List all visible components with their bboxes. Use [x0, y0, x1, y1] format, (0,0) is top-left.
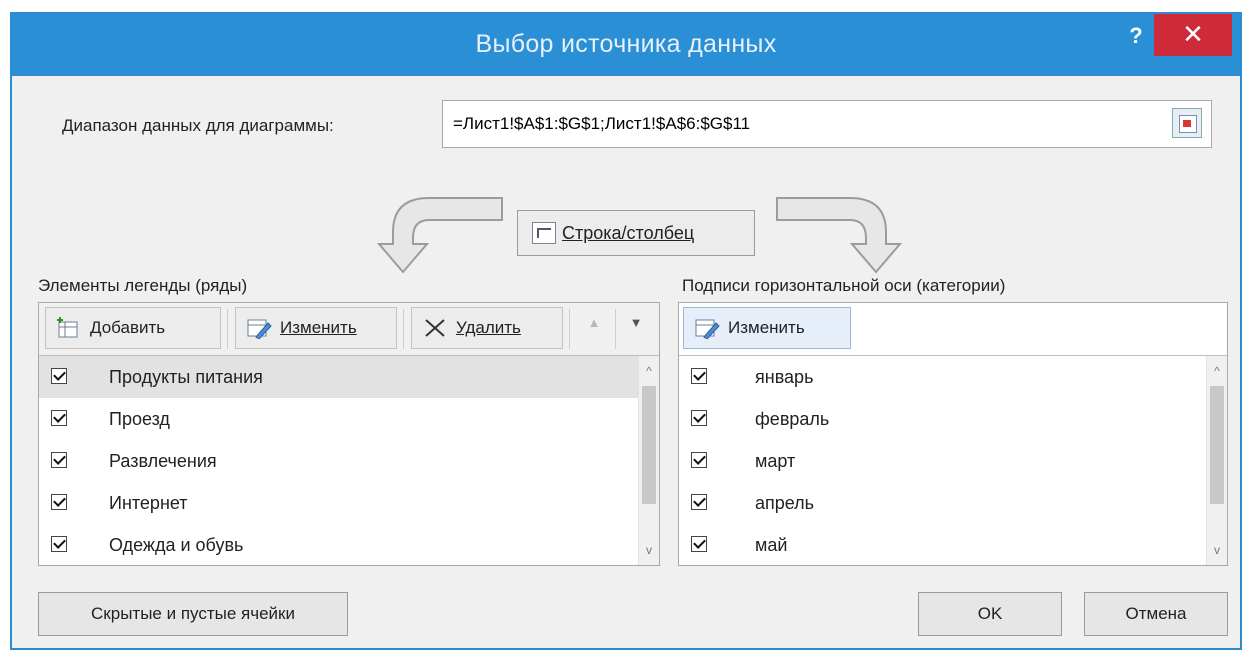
scroll-up-icon[interactable]: ^: [639, 360, 659, 382]
legend-toolbar: Добавить Изменить Удалить ▲ ▼: [39, 303, 659, 356]
checkbox[interactable]: [51, 368, 67, 384]
list-item-label: Интернет: [109, 492, 188, 513]
move-up-icon[interactable]: ▲: [579, 315, 609, 330]
axis-toolbar: Изменить: [679, 303, 1227, 356]
checkbox[interactable]: [691, 536, 707, 552]
list-item[interactable]: февраль: [679, 398, 1207, 440]
list-item[interactable]: март: [679, 440, 1207, 482]
checkbox[interactable]: [691, 410, 707, 426]
scrollbar-thumb[interactable]: [642, 386, 656, 504]
checkbox[interactable]: [691, 368, 707, 384]
list-item[interactable]: январь: [679, 356, 1207, 398]
legend-scrollbar[interactable]: ^ v: [638, 356, 659, 565]
list-item[interactable]: Развлечения: [39, 440, 639, 482]
edit-series-label: Изменить: [280, 318, 357, 337]
add-series-label: Добавить: [90, 318, 166, 337]
ok-button[interactable]: OK: [918, 592, 1062, 636]
scroll-down-icon[interactable]: v: [639, 539, 659, 561]
delete-x-icon: [422, 317, 448, 339]
list-item[interactable]: Интернет: [39, 482, 639, 524]
toolbar-separator: [403, 309, 404, 349]
list-item-label: Проезд: [109, 408, 170, 429]
select-data-source-dialog: Выбор источника данных ? ✕ Диапазон данн…: [10, 12, 1242, 650]
edit-axis-labels-icon: [694, 317, 720, 340]
list-item[interactable]: апрель: [679, 482, 1207, 524]
toolbar-separator: [615, 309, 616, 349]
toolbar-separator: [227, 309, 228, 349]
hidden-empty-cells-button[interactable]: Скрытые и пустые ячейки: [38, 592, 348, 636]
data-range-label: Диапазон данных для диаграммы:: [62, 116, 334, 135]
list-item-label: апрель: [755, 492, 815, 513]
edit-axis-labels-label: Изменить: [728, 318, 805, 337]
switch-row-column-label: Строка/столбец: [562, 222, 695, 243]
checkbox[interactable]: [691, 452, 707, 468]
checkbox[interactable]: [51, 452, 67, 468]
list-item-label: январь: [755, 366, 814, 387]
dialog-title: Выбор источника данных: [475, 30, 777, 58]
list-item-label: февраль: [755, 408, 830, 429]
data-range-input[interactable]: [442, 100, 1212, 148]
list-item-label: март: [755, 450, 796, 471]
cancel-button[interactable]: Отмена: [1084, 592, 1228, 636]
list-item[interactable]: Проезд: [39, 398, 639, 440]
toolbar-separator: [569, 309, 570, 349]
legend-entries-panel: Добавить Изменить Удалить ▲ ▼ Продукты п…: [38, 302, 660, 566]
scroll-down-icon[interactable]: v: [1207, 539, 1227, 561]
legend-series-list: Продукты питания Проезд Развлечения Инте…: [39, 356, 639, 565]
title-bar: Выбор источника данных ? ✕: [12, 14, 1240, 76]
axis-categories-list: январь февраль март апрель май: [679, 356, 1207, 565]
range-selector-marker: [1183, 120, 1191, 127]
move-down-icon[interactable]: ▼: [621, 315, 651, 330]
list-item[interactable]: Одежда и обувь: [39, 524, 639, 565]
list-item-label: Одежда и обувь: [109, 534, 244, 555]
add-series-icon: [56, 317, 82, 339]
list-item-label: май: [755, 534, 788, 555]
switch-row-column-button[interactable]: Строка/столбец: [517, 210, 755, 256]
range-collapse-button[interactable]: [1172, 108, 1202, 138]
scroll-up-icon[interactable]: ^: [1207, 360, 1227, 382]
list-item[interactable]: май: [679, 524, 1207, 565]
scrollbar-thumb[interactable]: [1210, 386, 1224, 504]
delete-series-label: Удалить: [456, 318, 521, 337]
checkbox[interactable]: [51, 410, 67, 426]
curved-arrow-left-icon: [376, 197, 503, 274]
checkbox[interactable]: [51, 536, 67, 552]
list-item[interactable]: Продукты питания: [39, 356, 639, 398]
edit-axis-labels-button[interactable]: Изменить: [683, 307, 851, 349]
axis-labels-group-label: Подписи горизонтальной оси (категории): [682, 276, 1006, 295]
legend-entries-label: Элементы легенды (ряды): [38, 276, 248, 295]
add-series-button[interactable]: Добавить: [45, 307, 221, 349]
delete-series-button[interactable]: Удалить: [411, 307, 563, 349]
edit-series-button[interactable]: Изменить: [235, 307, 397, 349]
help-button[interactable]: ?: [1120, 22, 1152, 50]
axis-labels-panel: Изменить январь февраль март апрель май …: [678, 302, 1228, 566]
edit-series-icon: [246, 317, 272, 340]
list-item-label: Продукты питания: [109, 366, 263, 387]
axis-scrollbar[interactable]: ^ v: [1206, 356, 1227, 565]
curved-arrow-right-icon: [776, 197, 903, 274]
switch-row-column-icon: [532, 222, 556, 244]
close-button[interactable]: ✕: [1154, 14, 1232, 56]
list-item-label: Развлечения: [109, 450, 217, 471]
checkbox[interactable]: [51, 494, 67, 510]
checkbox[interactable]: [691, 494, 707, 510]
